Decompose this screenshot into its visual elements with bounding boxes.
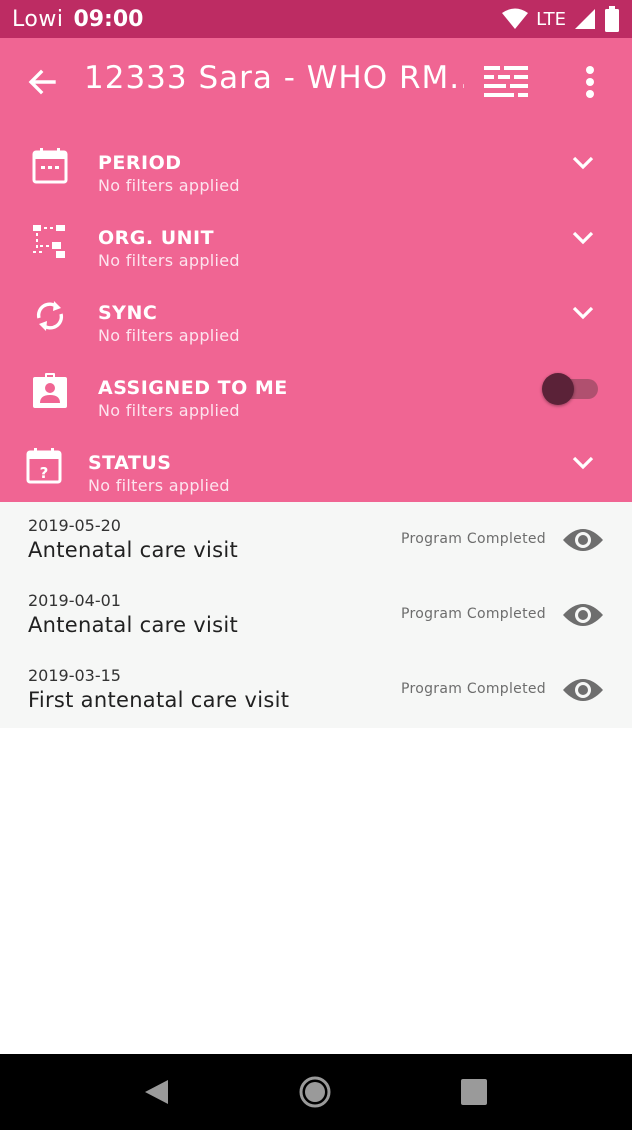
filter-list-icon[interactable]: [482, 64, 530, 100]
page-title: 12333 Sara - WHO RM...: [84, 60, 464, 96]
network-type: LTE: [536, 8, 566, 30]
back-arrow-icon[interactable]: [26, 66, 58, 98]
org-tree-icon: [33, 225, 65, 258]
event-name: First antenatal care visit: [28, 688, 290, 712]
filter-sync[interactable]: SYNC No filters applied: [0, 288, 632, 363]
filter-period[interactable]: PERIOD No filters applied: [0, 138, 632, 213]
event-date: 2019-03-15: [28, 666, 121, 685]
filter-subtitle: No filters applied: [98, 251, 240, 270]
list-item[interactable]: 2019-05-20 Antenatal care visit Program …: [0, 502, 632, 577]
status-icons: LTE: [502, 6, 620, 32]
chevron-down-icon[interactable]: [568, 223, 598, 253]
chevron-down-icon[interactable]: [568, 448, 598, 478]
filter-subtitle: No filters applied: [98, 176, 240, 195]
toggle-thumb: [542, 373, 574, 405]
nav-home-icon[interactable]: [299, 1076, 331, 1108]
wifi-icon: [502, 8, 529, 29]
svg-text:?: ?: [40, 464, 49, 482]
event-name: Antenatal care visit: [28, 613, 239, 637]
filter-label: SYNC: [98, 302, 158, 324]
carrier-name: Lowi: [12, 6, 64, 32]
calendar-icon: [32, 148, 68, 184]
assignment-ind-icon: [33, 373, 67, 408]
clock: 09:00: [73, 6, 144, 32]
calendar-question-icon: ?: [26, 448, 62, 484]
more-vert-icon[interactable]: [574, 62, 606, 102]
filter-panel: PERIOD No filters applied ORG. UNIT No f…: [0, 124, 632, 502]
event-date: 2019-05-20: [28, 516, 121, 535]
filter-label: ASSIGNED TO ME: [98, 377, 288, 399]
eye-icon[interactable]: [562, 676, 604, 704]
signal-icon: [575, 9, 595, 29]
event-list: 2019-05-20 Antenatal care visit Program …: [0, 502, 632, 728]
event-name: Antenatal care visit: [28, 538, 239, 562]
filter-subtitle: No filters applied: [98, 326, 240, 345]
filter-org-unit[interactable]: ORG. UNIT No filters applied: [0, 213, 632, 288]
system-nav-bar: [0, 1054, 632, 1130]
app-bar: 12333 Sara - WHO RM...: [0, 38, 632, 124]
filter-subtitle: No filters applied: [98, 401, 240, 420]
event-status: Program Completed: [401, 531, 546, 547]
filter-assigned-to-me[interactable]: ASSIGNED TO ME No filters applied: [0, 363, 632, 438]
filter-label: PERIOD: [98, 152, 182, 174]
filter-subtitle: No filters applied: [88, 476, 230, 495]
list-item[interactable]: 2019-04-01 Antenatal care visit Program …: [0, 577, 632, 652]
nav-recents-icon[interactable]: [460, 1079, 488, 1105]
sync-icon: [36, 301, 64, 331]
chevron-down-icon[interactable]: [568, 148, 598, 178]
assigned-to-me-toggle[interactable]: [542, 372, 602, 406]
chevron-down-icon[interactable]: [568, 298, 598, 328]
list-item[interactable]: 2019-03-15 First antenatal care visit Pr…: [0, 652, 632, 727]
filter-label: STATUS: [88, 452, 172, 474]
battery-icon: [605, 6, 619, 32]
filter-label: ORG. UNIT: [98, 227, 215, 249]
event-status: Program Completed: [401, 681, 546, 697]
event-date: 2019-04-01: [28, 591, 121, 610]
eye-icon[interactable]: [562, 526, 604, 554]
eye-icon[interactable]: [562, 601, 604, 629]
event-status: Program Completed: [401, 606, 546, 622]
nav-back-icon[interactable]: [142, 1078, 170, 1106]
status-bar: Lowi 09:00 LTE: [0, 0, 632, 38]
